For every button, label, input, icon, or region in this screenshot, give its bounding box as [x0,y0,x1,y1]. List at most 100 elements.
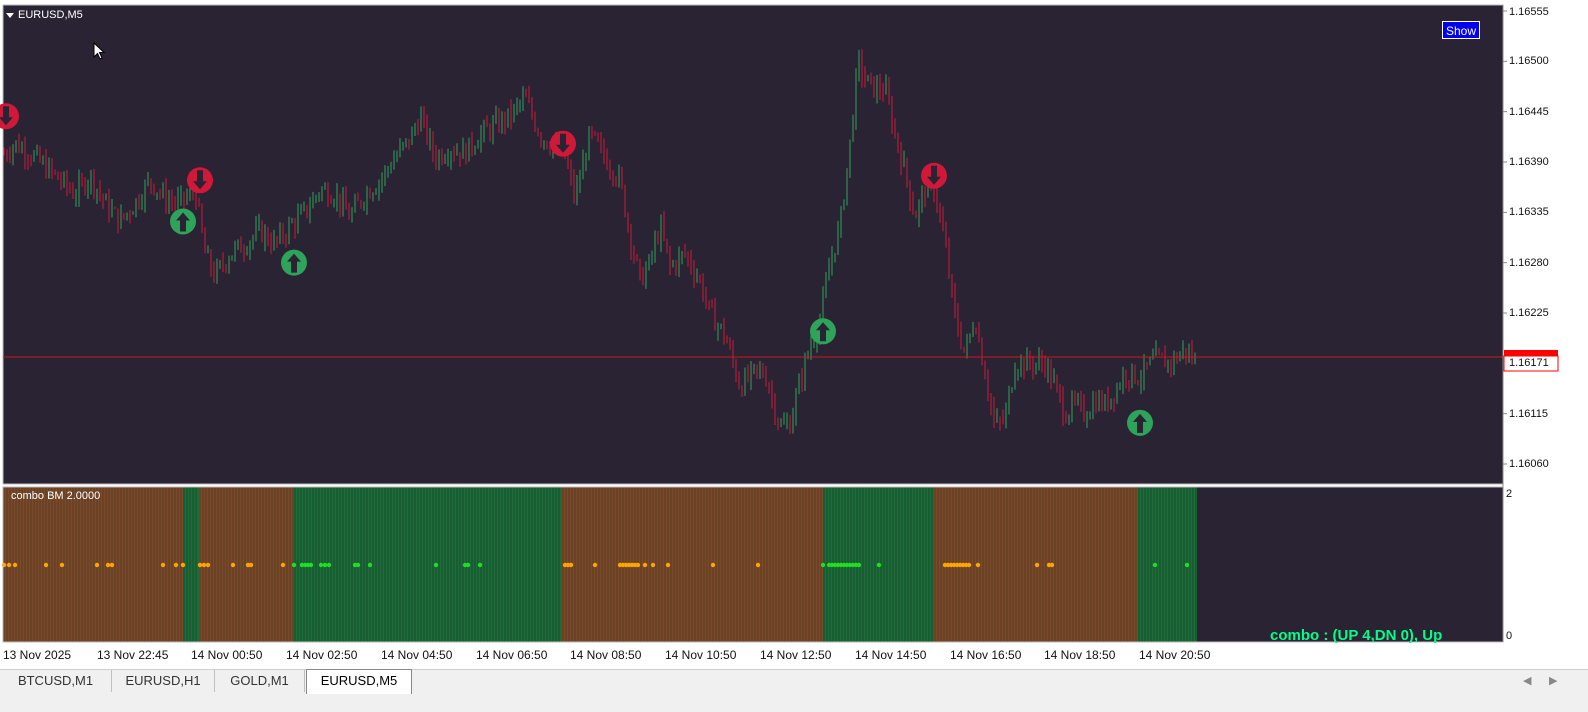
tab-label: EURUSD,H1 [125,673,201,688]
indicator-dot [322,562,328,568]
time-label: 14 Nov 08:50 [570,648,642,662]
indicator-dot [876,562,882,568]
chart-canvas[interactable] [0,0,1588,668]
indicator-scale-top: 2 [1506,488,1513,500]
time-label: 14 Nov 10:50 [665,648,737,662]
indicator-dot [755,562,761,568]
chart-window[interactable]: EURUSD,M5 Show 1.16555 1.16500 1.16445 1… [0,0,1588,668]
indicator-dot [43,562,49,568]
indicator-dot [642,562,648,568]
indicator-dot [635,562,641,568]
indicator-dot [710,562,716,568]
indicator-dot [650,562,656,568]
price-label: 1.16115 [1509,408,1548,420]
indicator-dot [355,562,361,568]
tab-label: EURUSD,M5 [320,673,398,688]
indicator-dot [205,562,211,568]
tab-gold-m1[interactable]: GOLD,M1 [215,670,305,692]
indicator-status-text: combo : (UP 4,DN 0), Up [1270,627,1443,644]
current-price-marker [1504,350,1558,356]
indicator-dot [1,562,7,568]
mouse-cursor-icon [93,42,105,60]
price-ticks [1503,10,1507,465]
bull-segment [183,487,199,642]
indicator-dot [568,562,574,568]
price-label: 1.16225 [1509,307,1549,319]
current-price-label: 1.16171 [1509,357,1549,369]
indicator-scale-bottom: 0 [1506,630,1513,642]
indicator-dot [109,562,115,568]
time-label: 14 Nov 16:50 [950,648,1022,662]
indicator-dot [180,562,186,568]
indicator-dot [291,562,297,568]
indicator-dot [94,562,100,568]
sell-signal-arrow-icon [187,167,213,194]
status-bar [0,694,1588,712]
chart-title-text: EURUSD,M5 [18,9,83,21]
chart-title: EURUSD,M5 [6,9,83,21]
price-label: 1.16335 [1509,206,1549,218]
indicator-dot [308,562,314,568]
buy-signal-arrow-icon [1127,409,1153,436]
indicator-dot [433,562,439,568]
time-label: 14 Nov 06:50 [476,648,548,662]
indicator-dot [1049,562,1055,568]
price-label: 1.16500 [1509,55,1549,67]
sell-signal-arrow-icon [921,162,947,189]
indicator-dot [12,562,18,568]
price-pane[interactable] [3,5,1503,484]
buy-signal-arrow-icon [170,208,196,235]
indicator-dot [326,562,332,568]
indicator-dot [966,562,972,568]
indicator-dot [201,562,207,568]
time-label: 14 Nov 14:50 [855,648,927,662]
buy-signal-arrow-icon [810,318,836,345]
indicator-dot [1152,562,1158,568]
tab-scroll-right-icon[interactable]: ▶ [1549,674,1557,687]
time-label: 14 Nov 20:50 [1139,648,1211,662]
price-label: 1.16555 [1509,6,1549,18]
dropdown-arrow-icon[interactable] [6,12,14,18]
indicator-dot [856,562,862,568]
price-label: 1.16060 [1509,458,1549,470]
time-label: 13 Nov 2025 [3,648,72,662]
sell-signal-arrow-icon [550,130,576,157]
time-label: 14 Nov 00:50 [191,648,263,662]
indicator-dot [160,562,166,568]
indicator-dot [173,562,179,568]
time-label: 14 Nov 18:50 [1044,648,1116,662]
indicator-dot [1034,562,1040,568]
time-label: 13 Nov 22:45 [97,648,169,662]
bear-segment [3,487,183,642]
time-label: 14 Nov 12:50 [760,648,832,662]
tab-btcusd-m1[interactable]: BTCUSD,M1 [0,670,112,692]
indicator-dot [318,562,324,568]
buy-signal-arrow-icon [281,249,307,276]
tab-label: GOLD,M1 [230,673,289,688]
price-label: 1.16390 [1509,156,1549,168]
indicator-dot [230,562,236,568]
indicator-dot [820,562,826,568]
indicator-dot [248,562,254,568]
indicator-dot [465,562,471,568]
indicator-dot [59,562,65,568]
indicator-dot [197,562,203,568]
indicator-dot [367,562,373,568]
tab-eurusd-h1[interactable]: EURUSD,H1 [112,670,215,692]
indicator-dot [665,562,671,568]
indicator-dot [105,562,111,568]
indicator-name: combo BM 2.0000 [11,490,101,502]
indicator-dot [592,562,598,568]
indicator-dot [6,562,12,568]
price-label: 1.16280 [1509,257,1549,269]
show-button[interactable]: Show [1442,21,1480,39]
tab-scroll-left-icon[interactable]: ◀ [1523,674,1531,687]
indicator-dot [477,562,483,568]
time-label: 14 Nov 02:50 [286,648,358,662]
indicator-dot [280,562,286,568]
time-label: 14 Nov 04:50 [381,648,453,662]
price-label: 1.16445 [1509,106,1549,118]
tab-label: BTCUSD,M1 [17,673,94,688]
indicator-dot [975,562,981,568]
tab-eurusd-m5[interactable]: EURUSD,M5 [306,669,412,694]
